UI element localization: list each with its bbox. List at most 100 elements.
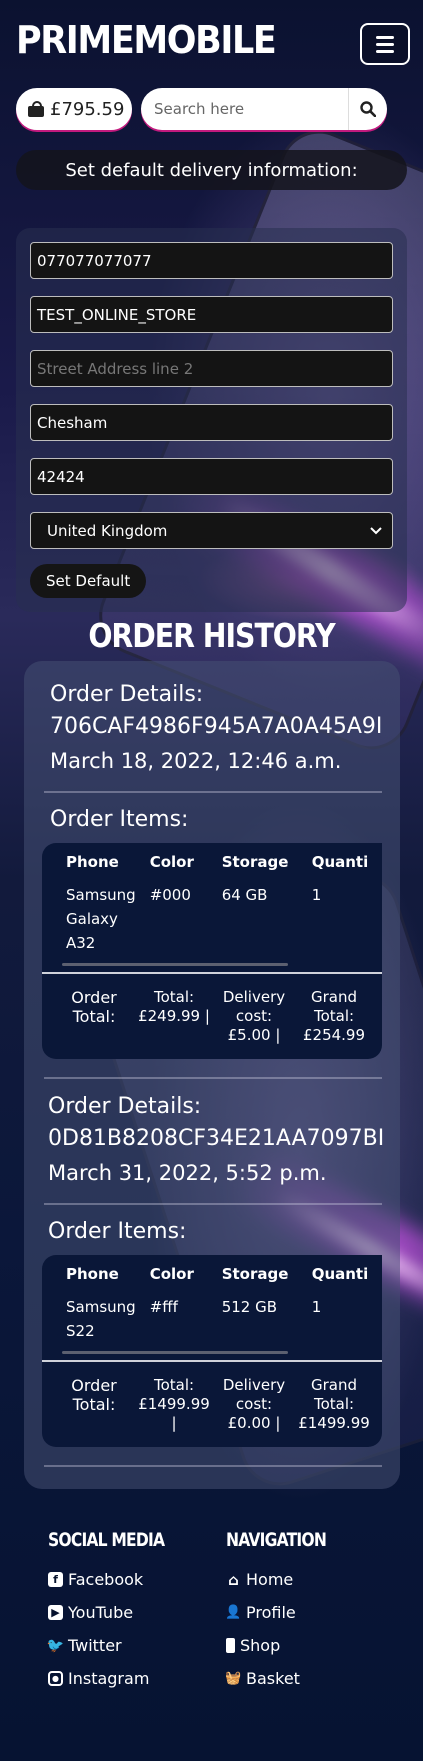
twitter-icon: 🐦 [46, 1637, 65, 1654]
address-line1-field[interactable]: TEST_ONLINE_STORE [30, 296, 393, 333]
town-field[interactable]: Chesham [30, 404, 393, 441]
twitter-link[interactable]: 🐦 Twitter [46, 1629, 190, 1662]
youtube-link-label: YouTube [68, 1603, 134, 1622]
col-quantity: Quanti [311, 853, 369, 871]
set-default-button[interactable]: Set Default [30, 564, 147, 598]
item-phone: Samsung S22 [66, 1298, 136, 1340]
col-phone: Phone [66, 853, 119, 871]
order-id: 706CAF4986F945A7A0A45A9I [50, 714, 383, 739]
item-storage: 512 GB [221, 1298, 277, 1316]
nav-shop-link[interactable]: Shop [226, 1629, 348, 1662]
hamburger-menu-button[interactable] [360, 23, 410, 65]
postcode-field[interactable]: 42424 [30, 458, 393, 495]
search-button[interactable] [348, 88, 387, 130]
home-icon: ⌂ [228, 1570, 239, 1589]
brand-logo[interactable]: PRIMEMOBILE [16, 18, 277, 62]
nav-basket-label: Basket [246, 1669, 300, 1688]
basket-total: £795.59 [50, 98, 125, 120]
divider [44, 791, 382, 793]
shopping-bag-icon [28, 101, 44, 117]
country-select[interactable]: United Kingdom [30, 512, 393, 549]
item-color: #fff [149, 1298, 178, 1316]
order-total-label: Order Total: [71, 988, 117, 1026]
delivery-form: 077077077077 TEST_ONLINE_STORE Street Ad… [16, 228, 407, 612]
order-items-label: Order Items: [48, 1219, 187, 1244]
divider [44, 1465, 382, 1467]
table-scrollbar[interactable] [62, 1351, 288, 1354]
order-delivery-cost: Delivery cost: £0.00 | [222, 1376, 286, 1432]
nav-basket-link[interactable]: 🧺 Basket [225, 1662, 348, 1695]
nav-home-link[interactable]: ⌂ Home [226, 1563, 348, 1596]
magnifier-icon [360, 101, 376, 117]
order-total-row: Order Total: Total: £249.99 | Delivery c… [42, 972, 382, 1045]
order-items-card: Phone Color Storage Quanti Samsung Galax… [42, 843, 382, 1059]
item-phone: Samsung Galaxy A32 [66, 886, 136, 952]
order-subtotal: Total: £249.99 | [138, 988, 210, 1025]
col-color: Color [149, 1265, 194, 1283]
order-total-row: Order Total: Total: £1499.99 | Delivery … [42, 1360, 382, 1433]
order-items-table: Phone Color Storage Quanti Samsung Galax… [42, 843, 382, 959]
order-total-label: Order Total: [71, 1376, 117, 1414]
order-subtotal: Total: £1499.99 | [138, 1376, 210, 1432]
order-grand-total: Grand Total: £1499.99 [298, 1376, 370, 1432]
search-input[interactable] [141, 88, 348, 130]
col-color: Color [149, 853, 194, 871]
user-icon: 👤 [225, 1605, 242, 1620]
col-phone: Phone [66, 1265, 119, 1283]
table-row: Samsung Galaxy A32 #000 64 GB 1 [42, 879, 382, 959]
nav-home-label: Home [246, 1570, 294, 1589]
table-scrollbar[interactable] [62, 963, 288, 966]
order-items-card: Phone Color Storage Quanti Samsung S22 #… [42, 1255, 382, 1447]
item-storage: 64 GB [221, 886, 268, 904]
navigation-heading: NAVIGATION [226, 1529, 327, 1551]
address-line2-field[interactable]: Street Address line 2 [30, 350, 393, 387]
instagram-link-label: Instagram [68, 1669, 150, 1688]
facebook-link-label: Facebook [68, 1570, 144, 1589]
chevron-down-icon [370, 526, 382, 534]
mobile-phone-icon [226, 1638, 235, 1653]
facebook-icon: f [48, 1572, 63, 1587]
search-bar [141, 88, 387, 130]
order-history-heading: ORDER HISTORY [88, 616, 335, 655]
col-storage: Storage [221, 1265, 289, 1283]
order-details-label: Order Details: [50, 682, 204, 707]
hamburger-menu-icon [376, 35, 394, 39]
order-card: Order Details: 706CAF4986F945A7A0A45A9I … [24, 679, 400, 1079]
order-date: March 18, 2022, 12:46 a.m. [50, 749, 342, 773]
order-items-table: Phone Color Storage Quanti Samsung S22 #… [42, 1255, 382, 1347]
twitter-link-label: Twitter [68, 1636, 122, 1655]
delivery-section-title: Set default delivery information: [16, 150, 407, 190]
order-grand-total: Grand Total: £254.99 [302, 988, 366, 1044]
facebook-link[interactable]: f Facebook [48, 1563, 190, 1596]
youtube-icon: ▶ [48, 1605, 63, 1620]
divider [44, 1203, 382, 1205]
nav-shop-label: Shop [240, 1636, 281, 1655]
instagram-icon: ● [48, 1671, 63, 1686]
item-color: #000 [149, 886, 191, 904]
order-history-panel: Order Details: 706CAF4986F945A7A0A45A9I … [24, 661, 400, 1489]
social-media-column: SOCIAL MEDIA f Facebook ▶ YouTube 🐦 Twit… [46, 1529, 190, 1695]
item-quantity: 1 [311, 1298, 322, 1316]
order-details-label: Order Details: [48, 1094, 202, 1119]
site-footer: SOCIAL MEDIA f Facebook ▶ YouTube 🐦 Twit… [0, 1529, 423, 1719]
order-items-label: Order Items: [50, 807, 189, 832]
social-media-heading: SOCIAL MEDIA [48, 1529, 165, 1551]
nav-profile-link[interactable]: 👤 Profile [225, 1596, 348, 1629]
navigation-column: NAVIGATION ⌂ Home 👤 Profile Shop 🧺 Baske… [225, 1529, 348, 1695]
order-id: 0D81B8208CF34E21AA7097BI [48, 1126, 385, 1151]
item-quantity: 1 [311, 886, 322, 904]
divider [44, 1077, 382, 1079]
toolbar: £795.59 [0, 86, 423, 136]
order-delivery-cost: Delivery cost: £5.00 | [222, 988, 286, 1044]
col-quantity: Quanti [311, 1265, 369, 1283]
order-card: Order Details: 0D81B8208CF34E21AA7097BI … [24, 1091, 400, 1467]
order-date: March 31, 2022, 5:52 p.m. [48, 1161, 327, 1185]
youtube-link[interactable]: ▶ YouTube [48, 1596, 190, 1629]
basket-icon: 🧺 [225, 1671, 242, 1686]
basket-button[interactable]: £795.59 [16, 88, 132, 130]
phone-field[interactable]: 077077077077 [30, 242, 393, 279]
site-header: PRIMEMOBILE [0, 0, 423, 86]
col-storage: Storage [221, 853, 289, 871]
country-select-value: United Kingdom [47, 521, 168, 540]
instagram-link[interactable]: ● Instagram [48, 1662, 190, 1695]
